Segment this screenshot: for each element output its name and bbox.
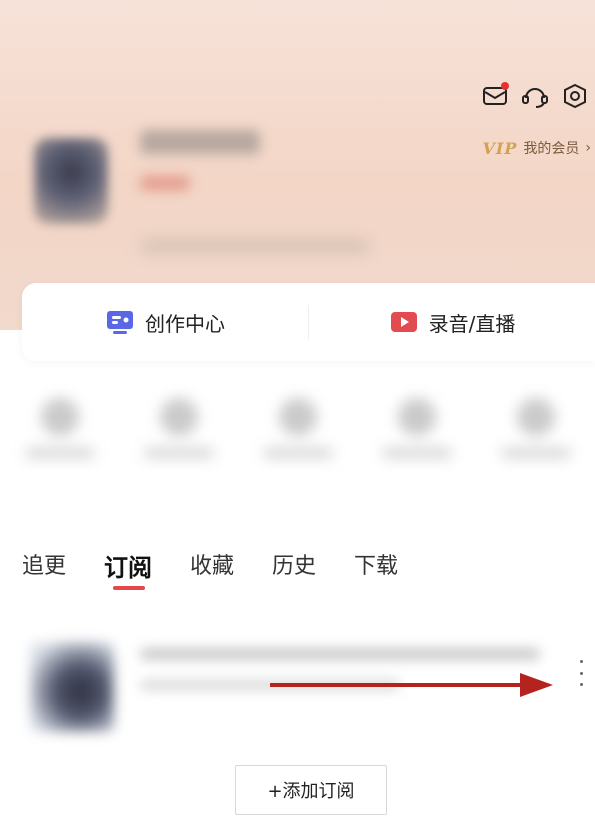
annotation-arrow <box>270 673 553 697</box>
creator-center-button[interactable]: 创作中心 <box>22 308 308 337</box>
shortcut-blurred[interactable] <box>24 398 95 478</box>
avatar[interactable] <box>34 138 108 224</box>
tab-history[interactable]: 历史 <box>272 548 316 580</box>
record-live-button[interactable]: 录音/直播 <box>309 308 595 337</box>
shortcut-blurred[interactable] <box>262 398 333 478</box>
add-subscription-label: +添加订阅 <box>267 781 355 802</box>
tab-follow-updates[interactable]: 追更 <box>22 548 66 580</box>
user-tag-blurred <box>140 176 190 190</box>
record-live-label: 录音/直播 <box>428 311 516 336</box>
vip-logo: VIP <box>482 138 518 158</box>
chevron-right-icon: › <box>585 140 591 156</box>
tab-downloads[interactable]: 下载 <box>354 548 398 580</box>
tab-subscriptions[interactable]: 订阅 <box>104 548 152 590</box>
creator-center-icon <box>107 311 133 334</box>
notification-dot <box>501 82 509 90</box>
tab-favorites[interactable]: 收藏 <box>190 548 234 580</box>
active-tab-indicator <box>113 586 146 590</box>
top-icon-bar <box>475 78 595 114</box>
customer-service-button[interactable] <box>515 78 555 114</box>
shortcut-blurred[interactable] <box>381 398 452 478</box>
feature-shortcuts-blurred <box>0 378 595 498</box>
subscription-thumbnail <box>30 642 114 732</box>
quick-actions-card: 创作中心 录音/直播 <box>22 283 595 361</box>
vip-label: 我的会员 <box>523 141 580 157</box>
subscription-title-blurred <box>140 648 540 660</box>
username-blurred <box>140 130 260 154</box>
settings-button[interactable] <box>555 78 595 114</box>
shortcut-blurred[interactable] <box>500 398 571 478</box>
creator-center-label: 创作中心 <box>145 311 225 336</box>
mail-button[interactable] <box>475 78 515 114</box>
add-subscription-button[interactable]: +添加订阅 <box>235 765 387 815</box>
more-options-icon[interactable] <box>575 660 587 686</box>
content-tabs: 追更 订阅 收藏 历史 下载 <box>0 548 595 596</box>
settings-icon <box>564 83 586 109</box>
customer-service-icon <box>522 88 548 108</box>
user-stats-blurred <box>140 240 370 252</box>
shortcut-blurred[interactable] <box>143 398 214 478</box>
vip-membership-link[interactable]: VIP 我的会员 › <box>482 138 595 158</box>
video-play-icon <box>390 312 417 332</box>
